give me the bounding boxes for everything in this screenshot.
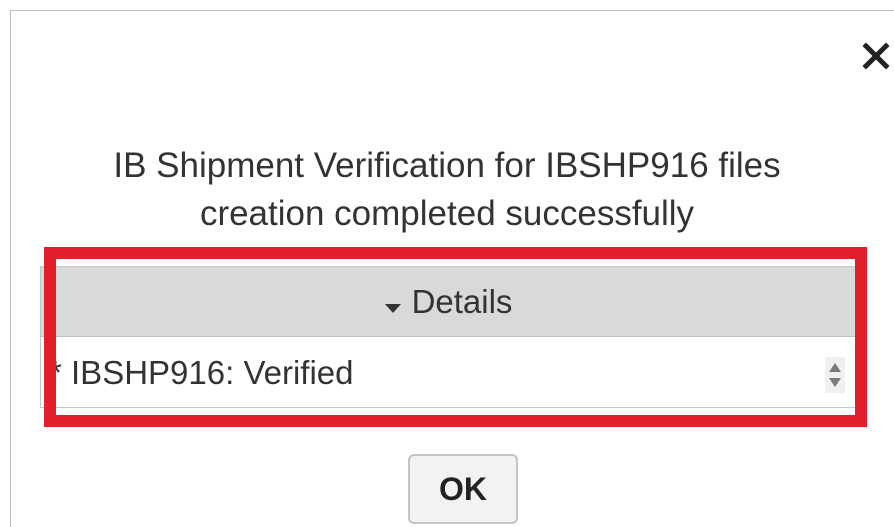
dialog-message: IB Shipment Verification for IBSHP916 fi… [0,142,894,238]
spinner-arrows-icon[interactable] [825,357,845,393]
details-text: * IBSHP916: Verified [49,354,354,391]
message-line-1: IB Shipment Verification for IBSHP916 fi… [113,146,781,185]
caret-down-icon [384,285,402,323]
details-label: Details [411,282,513,320]
close-icon [862,42,890,70]
details-toggle[interactable]: Details [41,267,855,337]
message-line-2: creation completed successfully [199,194,695,233]
details-content: * IBSHP916: Verified [41,337,855,409]
details-panel: Details * IBSHP916: Verified [40,266,856,408]
close-button[interactable] [859,39,893,73]
ok-button[interactable]: OK [408,454,518,524]
